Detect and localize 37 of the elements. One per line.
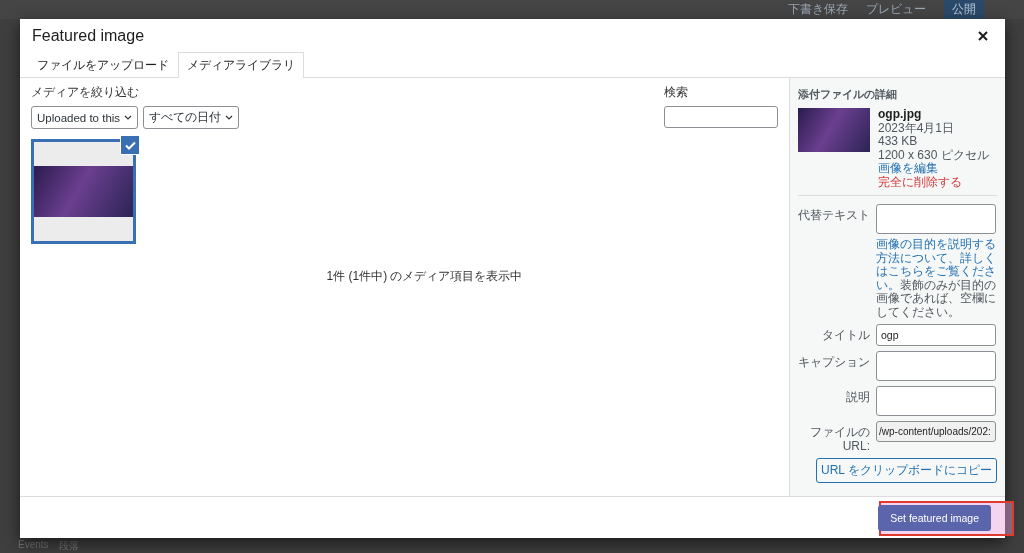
copy-url-button[interactable]: URL をクリップボードにコピー bbox=[816, 458, 997, 483]
filter-label: メディアを絞り込む bbox=[31, 84, 140, 101]
field-label: ファイルの URL: bbox=[809, 424, 870, 453]
image-dimensions: 1200 x 630 ピクセル bbox=[878, 148, 989, 162]
chevron-icon bbox=[225, 115, 234, 120]
details-heading: 添付ファイルの詳細 bbox=[798, 88, 898, 102]
date-dropdown[interactable]: すべての日付 bbox=[143, 106, 240, 129]
checkmark-icon[interactable] bbox=[120, 135, 140, 155]
modal-title: Featured image bbox=[32, 27, 145, 45]
tab[interactable]: メディアライブラリ bbox=[178, 52, 304, 78]
input-field[interactable]: ogp bbox=[876, 324, 996, 346]
url-field[interactable]: /wp-content/uploads/202: bbox=[876, 421, 996, 442]
search-field[interactable] bbox=[664, 106, 778, 128]
field-label: キャプション bbox=[798, 354, 870, 371]
field-label: 説明 bbox=[845, 389, 870, 406]
type-dropdown[interactable]: Uploaded to this bbox=[31, 106, 139, 129]
tab[interactable]: ファイルをアップロード bbox=[28, 52, 178, 78]
photo-placeholder bbox=[798, 108, 870, 152]
media-count-text: 1件 (1件中) のメディア項目を表示中 bbox=[325, 268, 524, 285]
text-area[interactable] bbox=[876, 351, 996, 381]
help-text: 画像の目的を説明する方法について、詳しくはこちらをご覧ください。装飾のみが目的の画像であれば、空欄にしてください。 bbox=[876, 238, 996, 319]
set-featured-image-button[interactable]: Set featured image bbox=[878, 504, 991, 531]
field-label: タイトル bbox=[821, 327, 870, 344]
file-size: 433 KB bbox=[878, 135, 919, 149]
toolbar-link[interactable]: 下書き保存 bbox=[788, 1, 848, 18]
publish-button[interactable]: 公開 bbox=[944, 0, 984, 20]
toolbar-link[interactable]: プレビュー bbox=[866, 1, 926, 18]
text-area[interactable] bbox=[876, 386, 996, 416]
upload-date: 2023年4月1日 bbox=[878, 121, 956, 135]
search-label: 検索 bbox=[664, 84, 689, 101]
delete-link[interactable]: 完全に削除する bbox=[878, 175, 989, 189]
file-name: ogp.jpg bbox=[878, 108, 923, 121]
edit-image-link[interactable]: 画像を編集 bbox=[878, 162, 989, 176]
text-area[interactable] bbox=[876, 204, 996, 234]
field-label: 代替テキスト bbox=[798, 207, 870, 224]
close-icon[interactable] bbox=[977, 30, 989, 42]
chevron-icon bbox=[124, 115, 133, 120]
